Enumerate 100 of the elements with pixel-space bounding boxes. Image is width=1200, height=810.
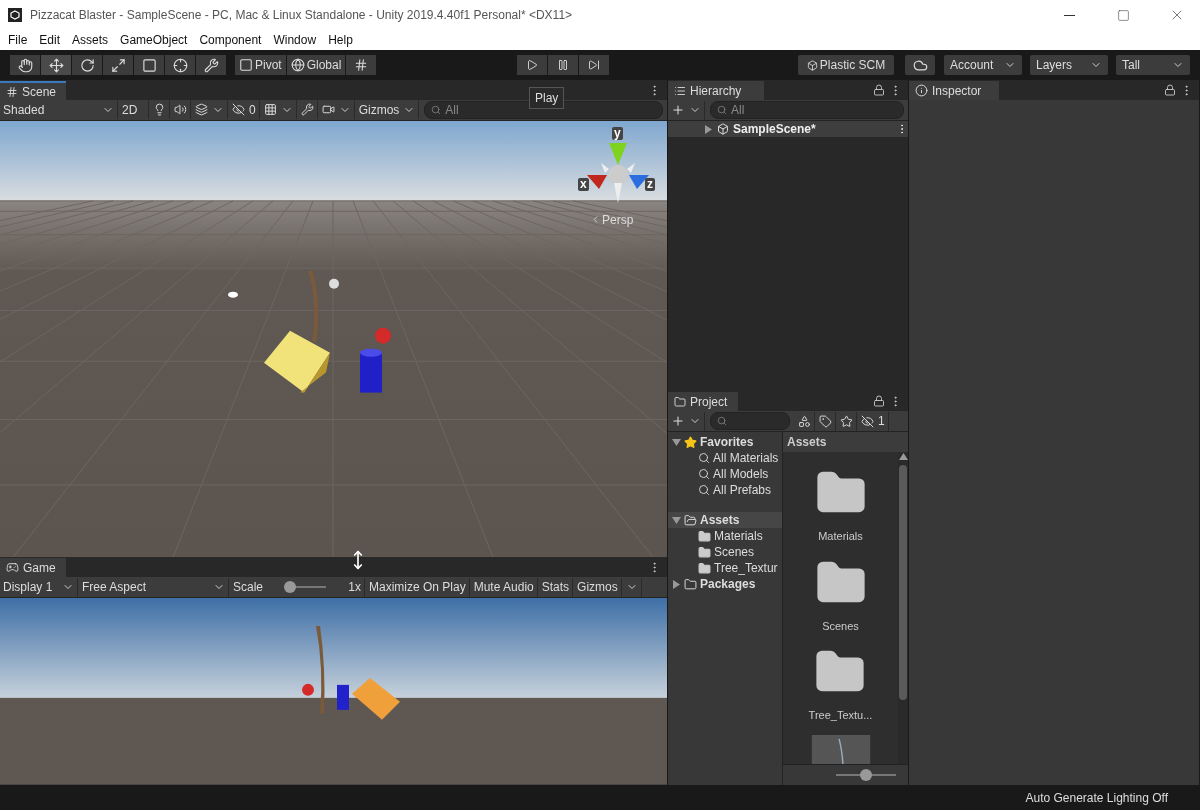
move-icon [48,57,64,73]
plastic-scm-button[interactable]: Plastic SCM [798,55,894,75]
tree-item[interactable]: All Models [713,467,769,481]
effects-dropdown[interactable] [192,100,228,120]
hierarchy-tab[interactable]: Hierarchy [668,81,764,100]
play-button[interactable] [517,55,548,75]
tooltip: Play [529,87,565,109]
tool-button[interactable] [134,55,164,75]
menu-item[interactable]: Edit [33,33,67,47]
search-icon [698,452,710,464]
account-dropdown[interactable]: Account [944,55,1022,75]
step-button[interactable] [579,55,610,75]
menu-item[interactable]: Help [322,33,359,47]
search-icon [717,416,727,426]
hidden-packages-toggle[interactable]: 1 [858,411,889,431]
grid-snap-icon [354,58,369,72]
tool-button[interactable] [103,55,133,75]
wrench-icon [203,57,219,73]
scrollbar[interactable] [898,452,908,764]
inspector-tab[interactable]: Inspector [909,81,999,100]
star-icon [840,414,853,428]
game-tab[interactable]: Game [0,558,66,578]
asset-name[interactable]: Tree_Textu... [808,709,873,722]
folder-icon [684,577,697,591]
crosshair-icon [172,57,188,73]
lock-icon [1164,84,1176,96]
tool-button[interactable] [72,55,102,75]
rotate-icon [79,57,95,73]
hidden-objects-toggle[interactable]: 0 [229,100,260,120]
menu-item[interactable]: File [2,33,34,47]
folder-icon [698,545,711,559]
search-field[interactable]: All [710,101,904,119]
global-button[interactable]: Global [286,55,346,75]
menu-item[interactable]: Component [193,33,268,47]
slider-thumb[interactable] [283,581,296,594]
scene-row[interactable]: SampleScene* [668,121,908,137]
tree-row[interactable]: Packages [668,576,782,592]
axis-label: y [612,126,623,140]
tree-item[interactable]: Tree_Textur [714,561,778,575]
tool-button[interactable] [165,55,195,75]
asset-name[interactable]: Materials [818,530,863,542]
wrench-icon [300,103,314,117]
search-icon [717,105,727,115]
search-icon [431,105,442,115]
folder-icon [674,395,686,408]
slider-thumb[interactable] [860,769,872,781]
tree-item[interactable]: Materials [714,529,763,543]
texture-thumbnail[interactable] [810,734,871,764]
scroll-up-arrow-icon[interactable] [898,452,908,461]
tree-item[interactable]: Favorites [700,435,754,449]
pause-icon [557,59,570,71]
search-icon [698,484,710,496]
lock-icon [873,395,885,407]
shading-dropdown[interactable]: Shaded [0,100,118,120]
layers-dropdown[interactable]: Layers [1030,55,1108,75]
expand-arrow-icon[interactable] [672,515,681,525]
shapes-icon [798,414,811,428]
cloud-button[interactable] [905,55,935,75]
expand-arrow-icon[interactable] [672,437,681,447]
tree-item[interactable]: All Prefabs [713,483,772,497]
breadcrumb[interactable]: Assets [783,432,908,452]
menu-item[interactable]: Window [267,33,323,47]
menu-item[interactable]: GameObject [114,33,194,47]
menu-item[interactable]: Assets [66,33,115,47]
play-icon [526,59,539,71]
plus-icon [671,414,685,428]
pivot-button[interactable]: Pivot [235,55,286,75]
tool-button[interactable] [10,55,40,75]
asset-name[interactable]: Scenes [822,619,859,632]
cube-icon [806,59,818,71]
list-icon [674,84,686,97]
search-field[interactable] [710,412,790,430]
pause-button[interactable] [548,55,579,75]
filter-label-button[interactable] [816,411,836,431]
open-folder-icon [684,513,697,527]
step-icon [588,59,601,71]
grid-icon [263,103,277,117]
tool-button[interactable] [196,55,226,75]
favorite-button[interactable] [837,411,857,431]
layout-dropdown[interactable]: Tall [1116,55,1190,75]
audio-toggle[interactable] [171,100,191,120]
plus-icon [671,103,685,117]
gamepad-icon [6,561,19,575]
scale-slider[interactable]: Scale 1x [230,577,365,597]
expand-arrow-icon[interactable] [672,579,681,589]
snap-button[interactable] [346,55,377,75]
tree-item[interactable]: All Materials [713,451,779,465]
speaker-icon [174,103,187,117]
maximize-icon [1116,8,1130,22]
project-tab[interactable]: Project [668,392,738,411]
star-icon [684,435,697,449]
tool-button[interactable] [41,55,71,75]
scene-tab[interactable]: Scene [0,81,67,100]
unity-scene-icon [717,123,729,135]
2d-toggle[interactable]: 2D [119,100,149,120]
toggle-button[interactable]: Gizmos [574,577,622,597]
tree-item[interactable]: Scenes [714,545,755,559]
expand-arrow-icon[interactable] [704,124,713,134]
lock-icon [873,84,885,96]
tree-row[interactable]: Assets [668,512,782,528]
